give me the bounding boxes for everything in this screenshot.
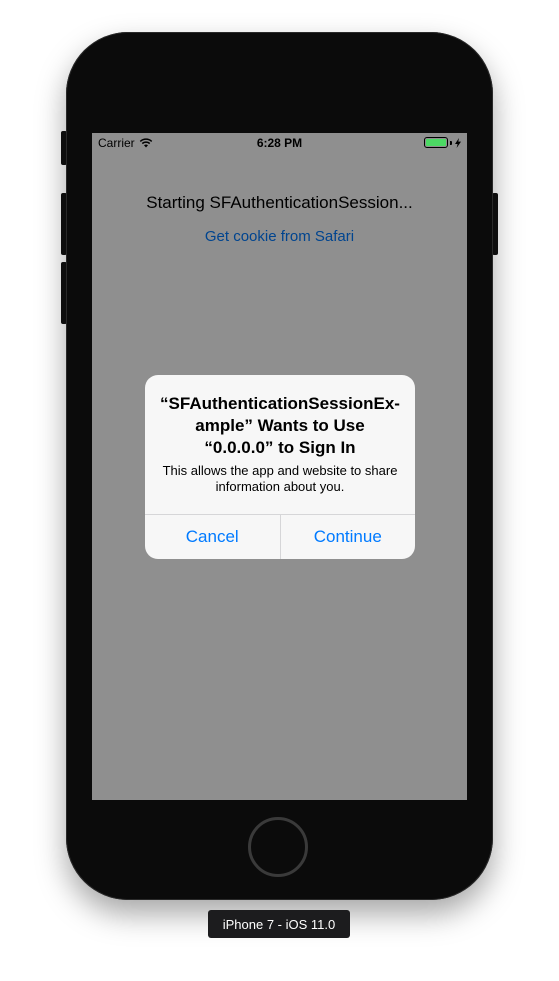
alert-actions: Cancel Continue [145,514,415,559]
alert-message: This allows the app and website to share… [162,463,398,494]
battery-level [426,139,446,146]
status-time: 6:28 PM [256,136,303,150]
status-bar: Carrier 6:28 PM [92,133,467,153]
cancel-button[interactable]: Cancel [145,515,280,559]
alert-title: “SFAuthenticationSessionEx-ample” Wants … [160,394,400,457]
battery-icon [424,137,448,148]
sign-in-alert: “SFAuthenticationSessionEx-ample” Wants … [145,375,415,559]
battery-nub [450,140,452,145]
battery-group [424,137,461,148]
device-label: iPhone 7 - iOS 11.0 [208,910,350,938]
charging-bolt-icon [455,137,461,148]
continue-button[interactable]: Continue [279,515,416,559]
home-button[interactable] [248,817,308,877]
